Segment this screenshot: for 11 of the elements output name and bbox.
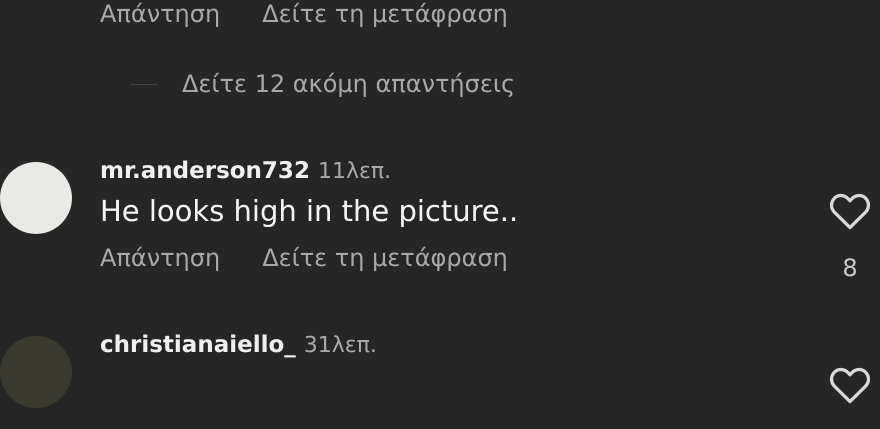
like-count: 8 xyxy=(842,254,858,282)
timestamp: 31λεπ. xyxy=(304,333,377,358)
translate-link[interactable]: Δείτε τη μετάφραση xyxy=(262,0,508,28)
timestamp: 11λεπ. xyxy=(318,159,392,184)
comment-text: He looks high in the picture.. xyxy=(100,194,520,228)
translate-link[interactable]: Δείτε τη μετάφραση xyxy=(262,244,508,272)
reply-link[interactable]: Απάντηση xyxy=(100,244,220,272)
username[interactable]: christianaiello_ xyxy=(100,332,296,358)
username[interactable]: mr.anderson732 xyxy=(100,158,310,184)
reply-link[interactable]: Απάντηση xyxy=(100,0,220,28)
view-replies-link[interactable]: Δείτε 12 ακόμη απαντήσεις xyxy=(182,70,516,98)
